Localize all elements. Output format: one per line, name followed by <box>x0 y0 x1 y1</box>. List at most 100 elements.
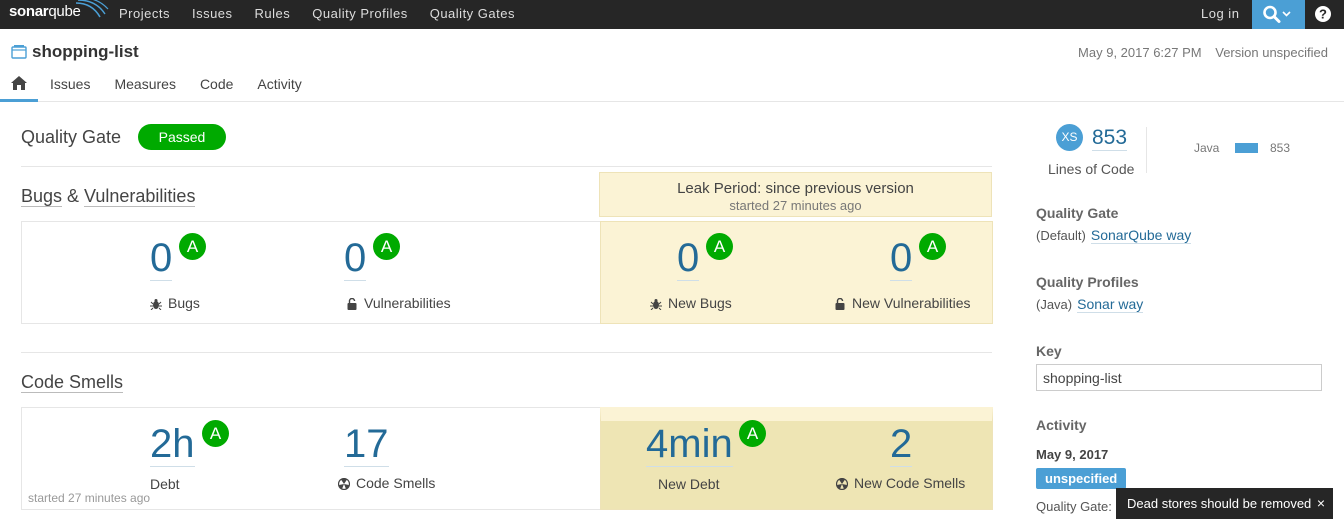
search-button[interactable] <box>1252 0 1305 29</box>
smell-icon <box>338 478 350 490</box>
tab-measures[interactable]: Measures <box>102 71 187 102</box>
home-icon <box>11 76 27 90</box>
search-icon <box>1263 5 1291 23</box>
sonarqube-logo[interactable]: sonarqube <box>9 0 109 20</box>
divider <box>21 166 992 167</box>
leak-period-title: Leak Period: since previous version <box>677 180 914 197</box>
login-link[interactable]: Log in <box>1201 6 1239 21</box>
svg-text:?: ? <box>1319 7 1327 22</box>
bug-icon <box>150 299 162 310</box>
lines-of-code-value[interactable]: 853 <box>1092 125 1128 151</box>
vulnerabilities-label: Vulnerabilities <box>346 295 451 311</box>
vulnerabilities-title-link[interactable]: Vulnerabilities <box>84 186 196 207</box>
vulnerabilities-label-wrap: Vulnerabilities <box>346 288 451 311</box>
analysis-date: May 9, 2017 6:27 PM <box>1078 45 1202 60</box>
metric-new-bugs: 0 <box>677 236 700 281</box>
project-version: Version unspecified <box>1215 45 1328 60</box>
help-button[interactable]: ? <box>1313 4 1333 24</box>
code-smells-panel: 2h A Debt 17 Code Smells 4min A New Debt… <box>21 407 993 510</box>
nav-issues[interactable]: Issues <box>181 0 244 29</box>
language-bar <box>1235 143 1258 153</box>
vulnerabilities-value[interactable]: 0 <box>344 236 367 281</box>
new-debt-label: New Debt <box>658 476 720 492</box>
new-debt-value[interactable]: 4min <box>646 422 733 467</box>
bugs-label-wrap: Bugs <box>150 288 200 311</box>
bugs-value[interactable]: 0 <box>150 236 173 281</box>
new-code-smells-value[interactable]: 2 <box>890 422 913 467</box>
project-meta: May 9, 2017 6:27 PM Version unspecified <box>1078 45 1328 60</box>
quality-gate-title: Quality Gate <box>21 127 122 147</box>
lock-icon <box>347 298 357 310</box>
new-debt-rating[interactable]: A <box>739 420 766 447</box>
divider <box>1146 127 1147 173</box>
new-vulnerabilities-label: New Vulnerabilities <box>834 295 971 311</box>
nav-projects[interactable]: Projects <box>108 0 181 29</box>
nav-rules[interactable]: Rules <box>244 0 302 29</box>
code-smells-title-link[interactable]: Code Smells <box>21 372 124 393</box>
divider <box>21 352 992 353</box>
debt-label: Debt <box>150 476 180 492</box>
notification-toast: Dead stores should be removed × <box>1116 488 1333 519</box>
logo-waves-icon <box>75 0 109 18</box>
code-smells-value[interactable]: 17 <box>344 422 389 467</box>
code-smells-label: Code Smells <box>338 475 435 491</box>
toast-message: Dead stores should be removed <box>1127 496 1312 511</box>
smell-icon <box>836 478 848 490</box>
new-code-smells-label-wrap: New Code Smells <box>836 468 965 491</box>
sidebar-activity-heading: Activity <box>1036 417 1087 433</box>
new-vulnerabilities-value[interactable]: 0 <box>890 236 913 281</box>
bugs-rating[interactable]: A <box>179 233 206 260</box>
qp-sonar-way-link[interactable]: Sonar way <box>1077 296 1144 313</box>
debt-value[interactable]: 2h <box>150 422 195 467</box>
code-smells-label-wrap: Code Smells <box>338 468 435 491</box>
quality-gate-status-badge: Passed <box>138 124 226 150</box>
metric-vulnerabilities: 0 <box>344 236 367 281</box>
new-vulnerabilities-label-wrap: New Vulnerabilities <box>834 288 971 311</box>
project-key-field[interactable] <box>1036 364 1322 391</box>
project-name[interactable]: shopping-list <box>32 42 139 62</box>
metric-bugs: 0 <box>150 236 173 281</box>
bugs-vulns-title: Bugs & Vulnerabilities <box>21 186 196 207</box>
tab-home[interactable] <box>0 71 38 102</box>
sidebar-quality-gate-row: (Default) SonarQube way <box>1036 227 1192 244</box>
vulnerabilities-rating[interactable]: A <box>373 233 400 260</box>
activity-quality-gate-label: Quality Gate: <box>1036 499 1112 514</box>
main-nav: Projects Issues Rules Quality Profiles Q… <box>108 0 526 29</box>
debt-rating[interactable]: A <box>202 420 229 447</box>
qp-lang-label: (Java) <box>1036 297 1073 312</box>
qg-default-label: (Default) <box>1036 228 1086 243</box>
language-count: 853 <box>1270 141 1291 155</box>
code-smells-title: Code Smells <box>21 372 124 393</box>
bugs-vulns-panel: 0 A Bugs 0 A Vulnerabilities 0 A New Bug… <box>21 221 993 324</box>
lines-of-code-label: Lines of Code <box>1048 161 1135 177</box>
new-bugs-label: New Bugs <box>650 295 732 311</box>
debt-label-wrap: Debt <box>150 469 180 492</box>
tab-issues[interactable]: Issues <box>38 71 102 102</box>
new-code-smells-label: New Code Smells <box>836 475 965 491</box>
new-bugs-rating[interactable]: A <box>706 233 733 260</box>
metric-new-vulnerabilities: 0 <box>890 236 913 281</box>
project-icon <box>11 45 27 59</box>
nav-quality-profiles[interactable]: Quality Profiles <box>301 0 418 29</box>
metric-debt: 2h <box>150 422 195 467</box>
new-bugs-value[interactable]: 0 <box>677 236 700 281</box>
leak-period-header: Leak Period: since previous version star… <box>599 172 992 217</box>
project-header: shopping-list May 9, 2017 6:27 PM Versio… <box>0 29 1344 102</box>
nav-quality-gates[interactable]: Quality Gates <box>419 0 526 29</box>
help-icon: ? <box>1315 6 1331 22</box>
tab-activity[interactable]: Activity <box>245 71 313 102</box>
title-amp: & <box>62 186 85 206</box>
sidebar-quality-gate-heading: Quality Gate <box>1036 205 1119 221</box>
close-icon[interactable]: × <box>1317 488 1325 519</box>
new-vulnerabilities-rating[interactable]: A <box>919 233 946 260</box>
sidebar-quality-profiles-heading: Quality Profiles <box>1036 274 1139 290</box>
smells-started: started 27 minutes ago <box>28 491 151 505</box>
lock-icon <box>835 298 845 310</box>
metric-new-debt: 4min <box>646 422 733 467</box>
tab-code[interactable]: Code <box>188 71 245 102</box>
activity-date: May 9, 2017 <box>1036 447 1109 462</box>
bugs-title-link[interactable]: Bugs <box>21 186 63 207</box>
qg-sonarqube-way-link[interactable]: SonarQube way <box>1090 227 1192 244</box>
sidebar-quality-profile-row: (Java) Sonar way <box>1036 296 1144 313</box>
language-name: Java <box>1194 141 1220 155</box>
